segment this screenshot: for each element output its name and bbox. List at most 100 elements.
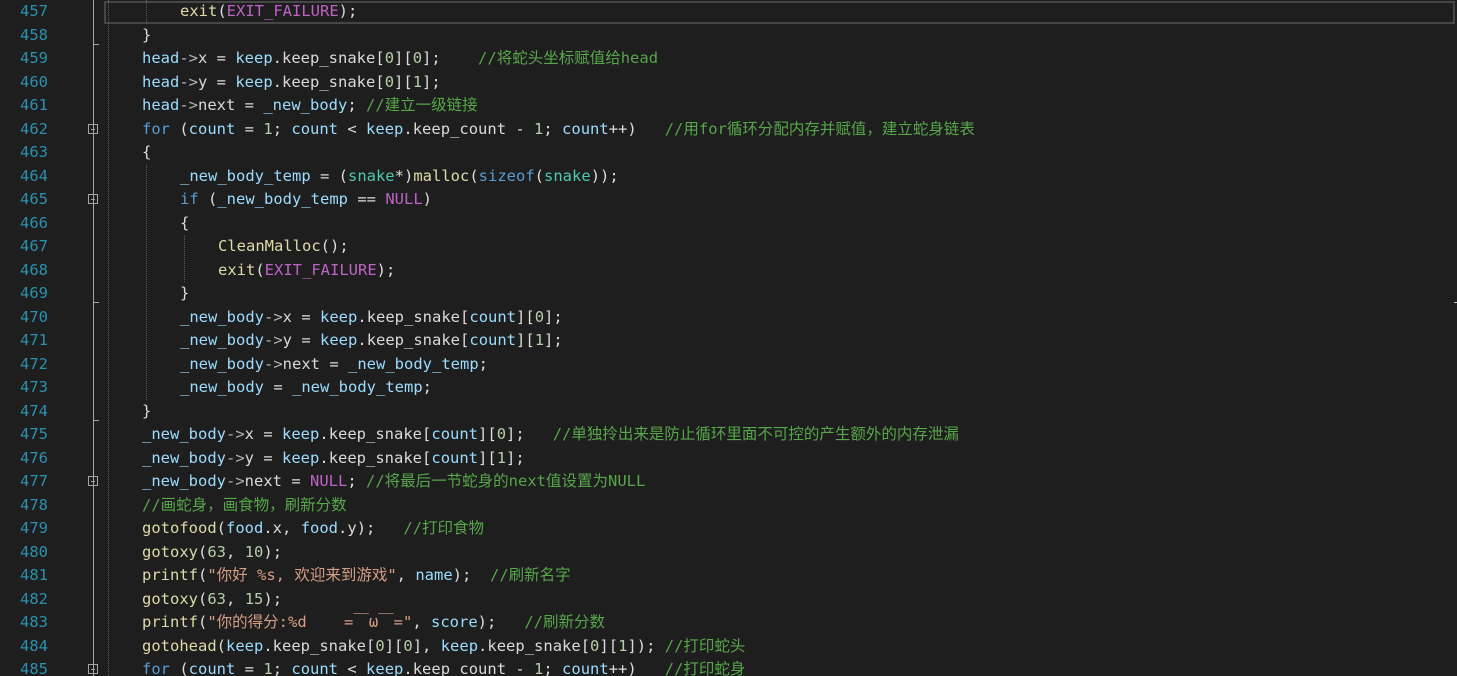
code-line[interactable]: 469}	[0, 282, 1457, 306]
code-token: _new_body_temp	[348, 354, 479, 373]
code-token: =	[282, 472, 310, 490]
code-line[interactable]: 481 printf("你好 %s, 欢迎来到游戏", name); //刷新名字	[0, 564, 1457, 588]
code-token: .	[357, 307, 367, 326]
code-token: ++)	[608, 660, 665, 676]
indent-guide	[184, 235, 185, 282]
code-token: ];	[544, 307, 563, 326]
code-line[interactable]: 479 gotofood(food.x, food.y); //打印食物	[0, 517, 1457, 541]
code-token: CleanMalloc	[218, 237, 321, 255]
code-token: );	[338, 2, 358, 20]
line-number: 479	[20, 519, 48, 537]
code-token: ;	[422, 378, 432, 396]
code-token: NULL	[310, 472, 348, 490]
code-token: printf	[142, 566, 198, 584]
code-line[interactable]: 457 exit(EXIT_FAILURE);	[0, 0, 1457, 24]
code-line[interactable]: 482 gotoxy(63, 15);	[0, 588, 1457, 612]
code-token: ][	[599, 636, 619, 655]
code-token: ]);	[627, 636, 665, 655]
code-line[interactable]: 483 printf("你的得分:%d =￣ω￣=", score); //刷新分…	[0, 611, 1457, 635]
line-number: 478	[20, 495, 48, 514]
code-token: NULL	[385, 190, 423, 208]
line-number: 462	[20, 119, 48, 138]
code-token: ];	[544, 331, 563, 349]
code-line[interactable]: 484 gotohead(keep.keep_snake[0][0], keep.…	[0, 635, 1457, 659]
code-line[interactable]: 473 _new_body = _new_body_temp;	[0, 376, 1457, 400]
code-line[interactable]: 471 _new_body->y = keep.keep_snake[count]…	[0, 329, 1457, 353]
code-token: ,	[226, 542, 245, 561]
indent-guide	[108, 0, 109, 676]
code-token: 0	[412, 49, 423, 67]
code-text: }	[142, 24, 151, 48]
code-token: .	[263, 519, 273, 537]
code-line[interactable]: 475 _new_body->x = keep.keep_snake[count]…	[0, 423, 1457, 447]
code-token: {	[142, 143, 152, 161]
code-line[interactable]: 474}	[0, 400, 1457, 424]
code-line[interactable]: 461 head->next = _new_body; //建立一级链接	[0, 94, 1457, 118]
code-line[interactable]: 470 _new_body->x = keep.keep_snake[count]…	[0, 306, 1457, 330]
code-token: =	[207, 49, 236, 67]
code-token: }	[142, 25, 152, 44]
code-text: head->x = keep.keep_snake[0][0]; //将蛇头坐标…	[142, 47, 658, 71]
code-token: ;	[272, 660, 292, 676]
code-token: keep_snake	[282, 72, 376, 91]
code-token: malloc	[413, 166, 470, 185]
code-token: (	[170, 119, 189, 138]
code-token: ->	[179, 72, 198, 91]
code-line[interactable]: 458}	[0, 24, 1457, 48]
code-token: (	[198, 190, 218, 208]
code-token: ,	[282, 519, 301, 537]
line-number: 466	[20, 213, 48, 232]
code-line[interactable]: 467 CleanMalloc();	[0, 235, 1457, 259]
code-line[interactable]: 468 exit(EXIT_FAILURE);	[0, 259, 1457, 283]
code-line[interactable]: 463 {	[0, 141, 1457, 165]
code-editor[interactable]: 457 exit(EXIT_FAILURE); 458} 459 head->x = k…	[0, 0, 1457, 676]
code-token: ->	[264, 331, 283, 349]
code-text: _new_body->next = NULL; //将最后一节蛇身的next值设…	[142, 470, 645, 494]
code-line[interactable]: 476 _new_body->y = keep.keep_snake[count]…	[0, 447, 1457, 471]
code-line[interactable]: 462 for (count = 1; count < keep.keep_cou…	[0, 118, 1457, 142]
code-line[interactable]: 472 _new_body->next = _new_body_temp;	[0, 353, 1457, 377]
code-token: x	[282, 307, 293, 326]
code-token: count	[188, 660, 236, 676]
line-number: 474	[20, 401, 48, 420]
code-token: ],	[412, 636, 441, 655]
code-line[interactable]: 477 _new_body->next = NULL; //将最后一节蛇身的nex…	[0, 470, 1457, 494]
code-text: }	[142, 400, 151, 424]
code-token: ;	[543, 119, 563, 138]
line-number: 468	[20, 260, 48, 279]
code-line[interactable]: 464 _new_body_temp = (snake*)malloc(sizeo…	[0, 165, 1457, 189]
code-line[interactable]: 466 {	[0, 212, 1457, 236]
code-line[interactable]: 478 //画蛇身，画食物，刷新分数	[0, 494, 1457, 518]
code-token: _new_body	[180, 307, 264, 326]
code-token: =	[207, 72, 236, 91]
code-token: );	[263, 589, 283, 608]
code-token: ->	[264, 354, 283, 373]
code-token: _new_body	[180, 331, 264, 349]
code-token: y	[282, 331, 293, 349]
code-token: //打印蛇头	[664, 636, 746, 655]
code-token: 0	[384, 49, 395, 67]
code-token: keep_snake	[366, 331, 461, 349]
code-token: count	[431, 448, 479, 467]
code-text: if (_new_body_temp == NULL)	[180, 188, 432, 212]
code-token: ][	[478, 425, 497, 443]
code-token: ));	[590, 166, 619, 185]
code-line[interactable]: 485 for (count = 1; count < keep.keep_cou…	[0, 658, 1457, 676]
code-text: printf("你的得分:%d =￣ω￣=", score); //刷新分数	[142, 611, 605, 635]
code-line[interactable]: 465 if (_new_body_temp == NULL)	[0, 188, 1457, 212]
code-token: gotoxy	[142, 542, 198, 561]
code-token: //刷新名字	[490, 566, 571, 584]
code-token: "你好 %s, 欢迎来到游戏"	[207, 566, 397, 584]
code-text: CleanMalloc();	[218, 235, 349, 259]
outline-margin-bar	[93, 0, 94, 676]
code-token: 1	[263, 660, 273, 676]
code-token: ][	[394, 72, 413, 91]
code-token: _new_body	[263, 96, 348, 114]
code-text: head->next = _new_body; //建立一级链接	[142, 94, 478, 118]
code-text: for (count = 1; count < keep.keep_count …	[142, 118, 975, 142]
code-line[interactable]: 480 gotoxy(63, 10);	[0, 541, 1457, 565]
code-line[interactable]: 460 head->y = keep.keep_snake[0][1];	[0, 71, 1457, 95]
code-token: keep	[282, 425, 320, 443]
code-line[interactable]: 459 head->x = keep.keep_snake[0][0]; //将蛇…	[0, 47, 1457, 71]
code-token: _new_body	[142, 425, 226, 443]
